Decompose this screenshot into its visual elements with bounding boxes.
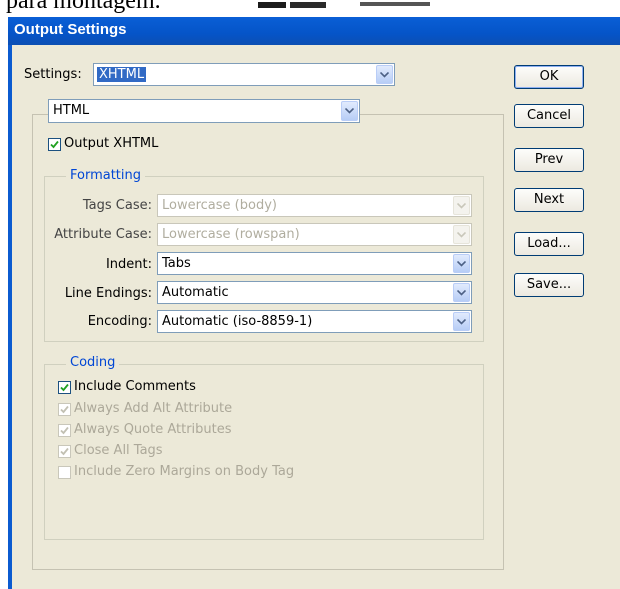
chevron-down-icon[interactable] bbox=[453, 254, 470, 273]
cropped-caption: para montagem. bbox=[0, 0, 620, 18]
window-border bbox=[8, 45, 12, 589]
output-xhtml-label: Output XHTML bbox=[64, 136, 159, 151]
prev-button[interactable]: Prev bbox=[514, 148, 584, 172]
checkmark-icon bbox=[60, 383, 69, 392]
include-comments-checkbox[interactable] bbox=[58, 381, 71, 394]
chevron-down-icon[interactable] bbox=[453, 283, 470, 302]
chevron-down-icon[interactable] bbox=[376, 65, 393, 84]
cropped-caption-text: para montagem. bbox=[6, 0, 161, 14]
encoding-value: Automatic (iso-8859-1) bbox=[162, 314, 313, 329]
settings-label: Settings: bbox=[24, 67, 82, 82]
line-endings-value: Automatic bbox=[162, 285, 229, 300]
always-add-alt-checkbox[interactable] bbox=[58, 403, 71, 416]
indent-select[interactable]: Tabs bbox=[157, 252, 472, 275]
attribute-case-value: Lowercase (rowspan) bbox=[162, 227, 300, 242]
cancel-button[interactable]: Cancel bbox=[514, 104, 584, 128]
zero-margins-label: Include Zero Margins on Body Tag bbox=[74, 464, 295, 479]
settings-select[interactable]: XHTML bbox=[93, 63, 395, 86]
include-comments-label: Include Comments bbox=[74, 379, 196, 394]
title-bar[interactable]: Output Settings bbox=[8, 17, 620, 45]
coding-legend: Coding bbox=[66, 355, 120, 370]
line-endings-label: Line Endings: bbox=[64, 286, 152, 301]
close-all-tags-label: Close All Tags bbox=[74, 443, 163, 458]
format-select[interactable]: HTML bbox=[48, 99, 360, 123]
attribute-case-label: Attribute Case: bbox=[54, 227, 152, 242]
attribute-case-select[interactable]: Lowercase (rowspan) bbox=[157, 223, 472, 246]
ok-button[interactable]: OK bbox=[514, 65, 584, 89]
settings-select-value: XHTML bbox=[97, 67, 147, 82]
zero-margins-checkbox[interactable] bbox=[58, 466, 71, 479]
output-settings-dialog: Output Settings Settings: XHTML HTML Out… bbox=[8, 17, 620, 589]
checkmark-icon bbox=[60, 426, 69, 435]
tags-case-value: Lowercase (body) bbox=[162, 198, 277, 213]
chevron-down-icon bbox=[453, 196, 470, 215]
output-xhtml-checkbox[interactable] bbox=[48, 138, 61, 151]
always-quote-label: Always Quote Attributes bbox=[74, 422, 232, 437]
always-add-alt-label: Always Add Alt Attribute bbox=[74, 401, 233, 416]
chevron-down-icon bbox=[453, 225, 470, 244]
indent-label: Indent: bbox=[105, 257, 152, 272]
load-button[interactable]: Load... bbox=[514, 232, 584, 256]
indent-value: Tabs bbox=[162, 256, 191, 271]
cropped-smudge bbox=[290, 2, 326, 8]
tags-case-label: Tags Case: bbox=[82, 198, 152, 213]
next-button[interactable]: Next bbox=[514, 188, 584, 212]
chevron-down-icon[interactable] bbox=[453, 312, 470, 331]
tags-case-select[interactable]: Lowercase (body) bbox=[157, 194, 472, 217]
always-quote-checkbox[interactable] bbox=[58, 424, 71, 437]
cropped-smudge bbox=[258, 2, 286, 8]
save-button[interactable]: Save... bbox=[514, 273, 584, 297]
format-select-value: HTML bbox=[53, 103, 90, 118]
cropped-smudge bbox=[360, 2, 430, 6]
formatting-legend: Formatting bbox=[66, 168, 146, 183]
chevron-down-icon[interactable] bbox=[341, 101, 358, 121]
checkmark-icon bbox=[50, 140, 59, 149]
window-title: Output Settings bbox=[14, 21, 127, 38]
line-endings-select[interactable]: Automatic bbox=[157, 281, 472, 304]
encoding-select[interactable]: Automatic (iso-8859-1) bbox=[157, 310, 472, 333]
close-all-tags-checkbox[interactable] bbox=[58, 445, 71, 458]
checkmark-icon bbox=[60, 447, 69, 456]
checkmark-icon bbox=[60, 405, 69, 414]
encoding-label: Encoding: bbox=[87, 314, 152, 329]
